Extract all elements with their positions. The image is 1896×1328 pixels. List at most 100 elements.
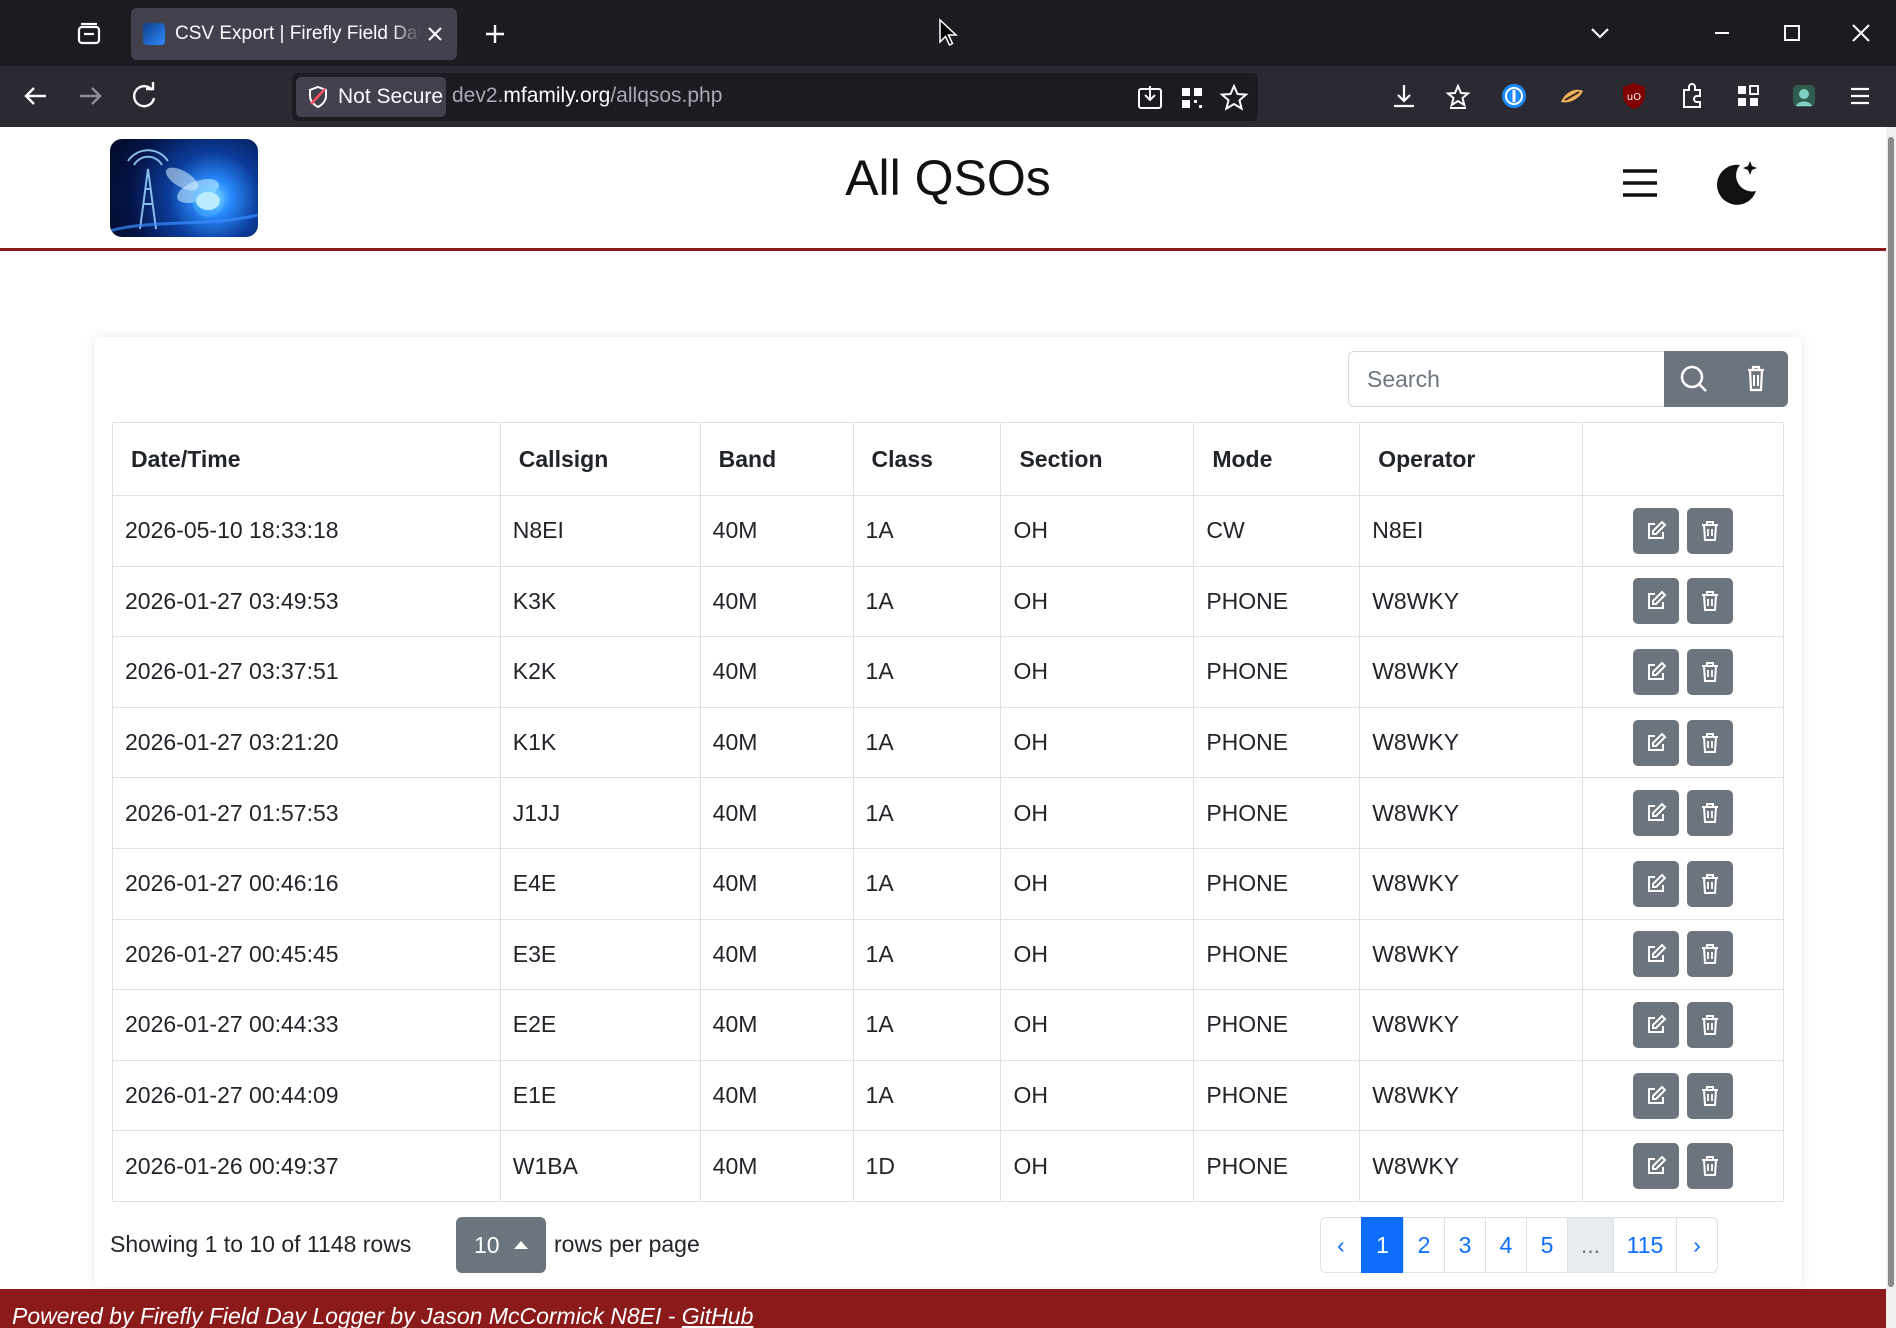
cell-actions: [1582, 1130, 1784, 1202]
column-header-datetime[interactable]: Date/Time: [112, 422, 501, 496]
cell-actions: [1582, 495, 1784, 567]
reload-button[interactable]: [126, 78, 162, 114]
cell-section: OH: [1000, 636, 1195, 708]
scrollbar-thumb[interactable]: [1888, 137, 1894, 1287]
column-header-callsign[interactable]: Callsign: [499, 422, 701, 496]
qr-code-button[interactable]: [1176, 82, 1208, 114]
edit-icon: [1648, 802, 1667, 822]
column-header-mode[interactable]: Mode: [1193, 422, 1361, 496]
column-header-band[interactable]: Band: [699, 422, 854, 496]
edit-button[interactable]: [1633, 1072, 1680, 1119]
cell-operator: W8WKY: [1359, 989, 1584, 1061]
delete-button[interactable]: [1687, 931, 1734, 978]
install-app-button[interactable]: [1134, 82, 1166, 114]
delete-button[interactable]: [1687, 719, 1734, 766]
table-row: 2026-01-27 00:45:45 E3E 40M 1A OH PHONE W8WKY: [112, 918, 1784, 991]
page-scrollbar[interactable]: [1886, 127, 1896, 1328]
edit-button[interactable]: [1633, 931, 1680, 978]
site-menu-button[interactable]: [1620, 165, 1660, 201]
edit-button[interactable]: [1633, 578, 1680, 625]
page-prev-button[interactable]: ‹: [1320, 1217, 1362, 1273]
delete-button[interactable]: [1687, 578, 1734, 625]
delete-button[interactable]: [1687, 507, 1734, 554]
delete-button[interactable]: [1687, 1072, 1734, 1119]
cell-actions: [1582, 777, 1784, 849]
delete-button[interactable]: [1687, 790, 1734, 837]
github-link[interactable]: GitHub: [682, 1303, 754, 1328]
minimize-button[interactable]: [1704, 16, 1740, 50]
profile-button[interactable]: [1786, 78, 1822, 114]
app-menu-button[interactable]: [1842, 78, 1878, 114]
page-button-4[interactable]: 4: [1485, 1217, 1527, 1273]
cell-callsign: K1K: [499, 706, 701, 779]
page-button-5[interactable]: 5: [1526, 1217, 1568, 1273]
table-row: 2026-01-27 00:46:16 E4E 40M 1A OH PHONE W8WKY: [112, 847, 1784, 920]
list-all-tabs-button[interactable]: [1582, 16, 1618, 50]
cell-datetime: 2026-05-10 18:33:18: [112, 495, 501, 567]
clear-search-button[interactable]: [1724, 351, 1788, 407]
delete-button[interactable]: [1687, 860, 1734, 907]
address-bar[interactable]: Not Secure dev2.mfamily.org/allqsos.php: [292, 73, 1258, 121]
page-button-last[interactable]: 115: [1613, 1217, 1677, 1273]
cell-mode: PHONE: [1193, 989, 1361, 1061]
column-header-operator[interactable]: Operator: [1359, 422, 1584, 496]
window-close-button[interactable]: [1843, 16, 1879, 50]
cell-band: 40M: [699, 706, 854, 779]
trash-icon: [1702, 661, 1719, 682]
edit-button[interactable]: [1633, 648, 1680, 695]
cell-callsign: E4E: [499, 847, 701, 920]
delete-button[interactable]: [1687, 1001, 1734, 1048]
extensions-button[interactable]: [1674, 78, 1710, 114]
edit-button[interactable]: [1633, 1143, 1680, 1190]
column-header-class[interactable]: Class: [852, 422, 1002, 496]
search-input[interactable]: [1348, 351, 1664, 407]
theme-toggle-button[interactable]: [1710, 157, 1762, 209]
apps-button[interactable]: [1730, 78, 1766, 114]
cell-operator: W8WKY: [1359, 847, 1584, 920]
cell-section: OH: [1000, 918, 1195, 991]
forward-button[interactable]: [72, 78, 108, 114]
url-text[interactable]: dev2.mfamily.org/allqsos.php: [452, 84, 722, 108]
cell-datetime: 2026-01-27 00:44:09: [112, 1059, 501, 1132]
page-next-button[interactable]: ›: [1676, 1217, 1718, 1273]
page-button-2[interactable]: 2: [1403, 1217, 1445, 1273]
edit-button[interactable]: [1633, 790, 1680, 837]
page-button-3[interactable]: 3: [1444, 1217, 1486, 1273]
showing-rows-text: Showing 1 to 10 of 1148 rows: [110, 1231, 412, 1257]
column-header-section[interactable]: Section: [1000, 422, 1195, 496]
delete-button[interactable]: [1687, 648, 1734, 695]
page-size-dropdown[interactable]: 10: [456, 1217, 546, 1273]
cell-band: 40M: [699, 918, 854, 991]
cell-datetime: 2026-01-27 00:44:33: [112, 989, 501, 1061]
password-manager-button[interactable]: [1496, 78, 1532, 114]
edit-button[interactable]: [1633, 507, 1680, 554]
tab-list-button[interactable]: [72, 18, 106, 50]
edit-button[interactable]: [1633, 860, 1680, 907]
url-host: mfamily.org: [503, 84, 611, 107]
maximize-button[interactable]: [1774, 16, 1810, 50]
tab-title: CSV Export | Firefly Field Day Logger: [175, 23, 421, 44]
bookmark-page-button[interactable]: [1218, 82, 1250, 114]
new-tab-button[interactable]: [478, 17, 512, 51]
site-security-button[interactable]: Not Secure: [296, 77, 446, 117]
ublock-button[interactable]: uO: [1616, 78, 1652, 114]
hamburger-icon: [1851, 87, 1869, 105]
tab-close-button[interactable]: [423, 22, 447, 46]
active-tab[interactable]: CSV Export | Firefly Field Day Logger: [131, 8, 457, 60]
cell-datetime: 2026-01-26 00:49:37: [112, 1130, 501, 1202]
trash-icon: [1702, 873, 1719, 894]
bookmarks-button[interactable]: [1440, 78, 1476, 114]
search-button[interactable]: [1664, 351, 1724, 407]
page-button-1[interactable]: 1: [1361, 1217, 1404, 1273]
download-icon: [1394, 85, 1414, 108]
back-button[interactable]: [18, 78, 54, 114]
extension-button[interactable]: [1554, 78, 1590, 114]
edit-button[interactable]: [1633, 1001, 1680, 1048]
cell-operator: W8WKY: [1359, 636, 1584, 708]
cell-class: 1A: [852, 636, 1002, 708]
delete-button[interactable]: [1687, 1143, 1734, 1190]
bookmarks-icon: [1445, 83, 1471, 109]
shield-icon: [309, 85, 327, 109]
edit-button[interactable]: [1633, 719, 1680, 766]
downloads-button[interactable]: [1386, 78, 1422, 114]
